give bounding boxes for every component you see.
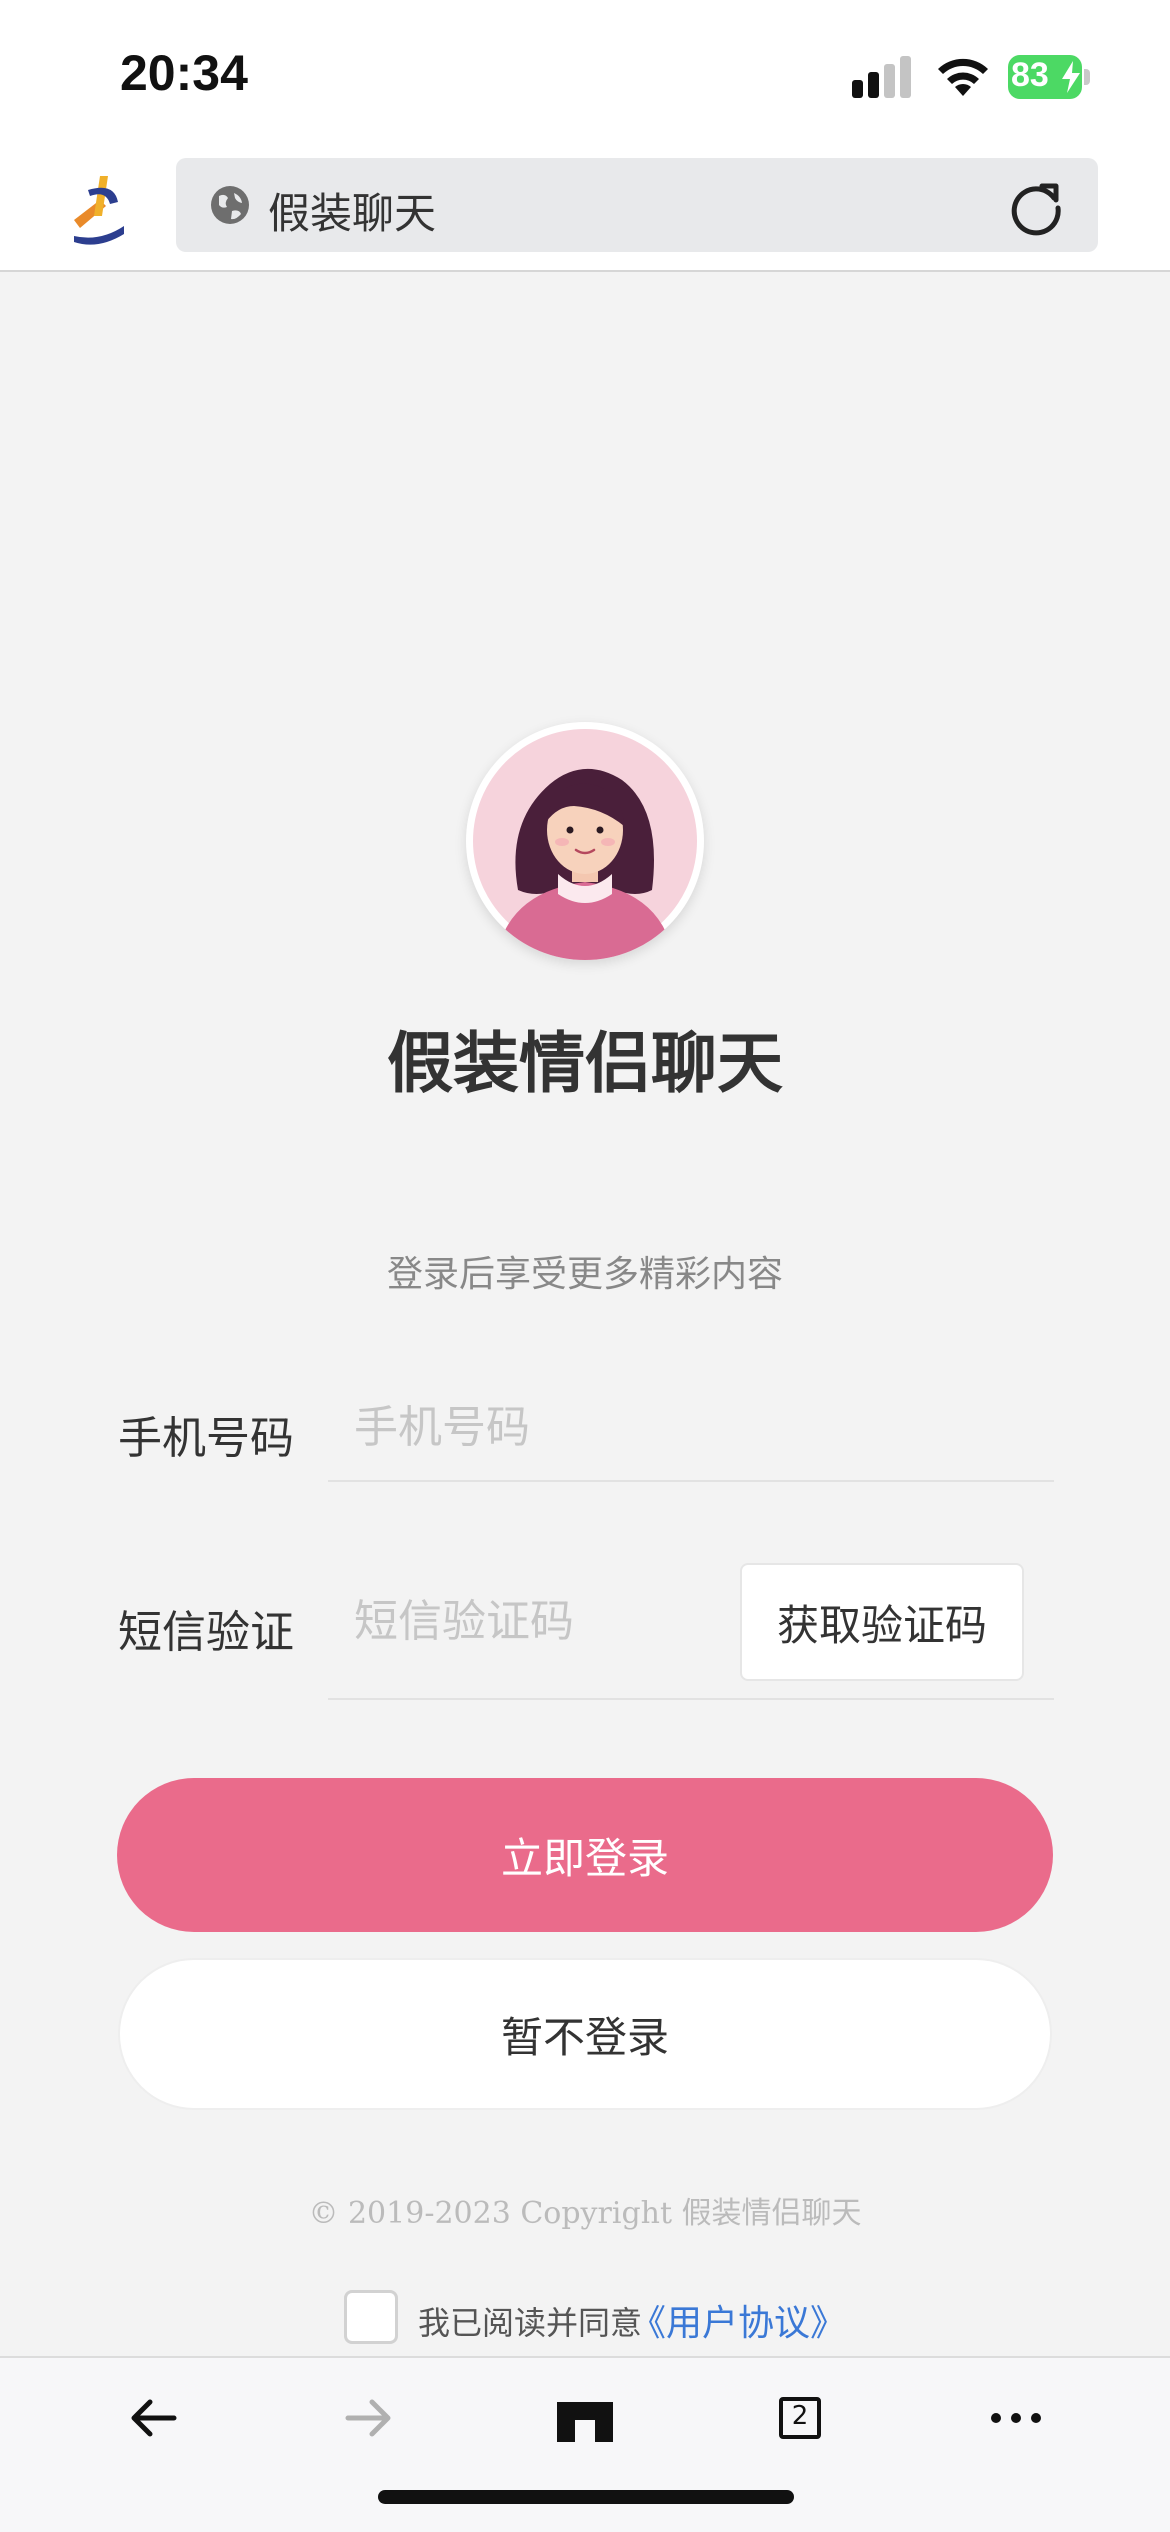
page: 20:34 83 假装聊天 假装情侣聊天 登录后享受更多精彩内容 手机号码 手机… xyxy=(0,0,1170,2532)
wifi-icon xyxy=(938,58,988,96)
skip-login-button[interactable]: 暂不登录 xyxy=(118,1958,1052,2110)
phone-underline xyxy=(328,1480,1054,1482)
home-icon[interactable] xyxy=(555,2388,615,2448)
browser-logo-icon[interactable] xyxy=(66,172,130,246)
avatar xyxy=(466,722,704,960)
avatar-illustration xyxy=(473,729,697,960)
status-bar: 20:34 83 xyxy=(0,0,1170,150)
user-agreement-link[interactable]: 《用户协议》 xyxy=(630,2294,846,2346)
copyright-text: © 2019-2023 Copyright 假装情侣聊天 xyxy=(308,2196,862,2231)
home-indicator xyxy=(378,2490,794,2504)
sms-label: 短信验证 xyxy=(118,1607,294,1658)
cellular-signal-icon xyxy=(852,56,911,98)
sms-underline xyxy=(328,1698,1054,1700)
battery-level: 83 xyxy=(1011,56,1049,94)
tab-count: 2 xyxy=(791,2401,809,2431)
login-button[interactable]: 立即登录 xyxy=(117,1778,1053,1932)
address-text: 假装聊天 xyxy=(268,189,437,238)
agreement-checkbox[interactable] xyxy=(344,2290,398,2344)
forward-arrow-icon[interactable] xyxy=(338,2388,398,2448)
tabs-button[interactable]: 2 xyxy=(770,2388,830,2448)
phone-field-row: 手机号码 xyxy=(118,1372,1054,1482)
battery-icon: 83 xyxy=(1008,55,1090,99)
sms-code-input[interactable] xyxy=(328,1566,728,1676)
globe-icon xyxy=(211,186,249,224)
status-time: 20:34 xyxy=(120,45,248,101)
more-options-icon[interactable] xyxy=(986,2388,1046,2448)
app-subtitle: 登录后享受更多精彩内容 xyxy=(386,1254,783,1295)
reload-icon[interactable] xyxy=(1006,176,1066,236)
phone-input[interactable] xyxy=(328,1372,1054,1482)
address-bar[interactable]: 假装聊天 xyxy=(176,158,1098,252)
agreement-text: 我已阅读并同意 xyxy=(418,2304,643,2342)
phone-label: 手机号码 xyxy=(118,1413,294,1464)
charging-bolt-icon xyxy=(1062,61,1080,93)
agreement-row: 我已阅读并同意 《用户协议》 xyxy=(344,2290,944,2344)
get-code-button[interactable]: 获取验证码 xyxy=(740,1563,1024,1681)
app-title: 假装情侣聊天 xyxy=(387,1025,783,1102)
back-arrow-icon[interactable] xyxy=(124,2388,184,2448)
browser-bar: 假装聊天 xyxy=(0,150,1170,272)
browser-toolbar: 2 xyxy=(0,2356,1170,2532)
